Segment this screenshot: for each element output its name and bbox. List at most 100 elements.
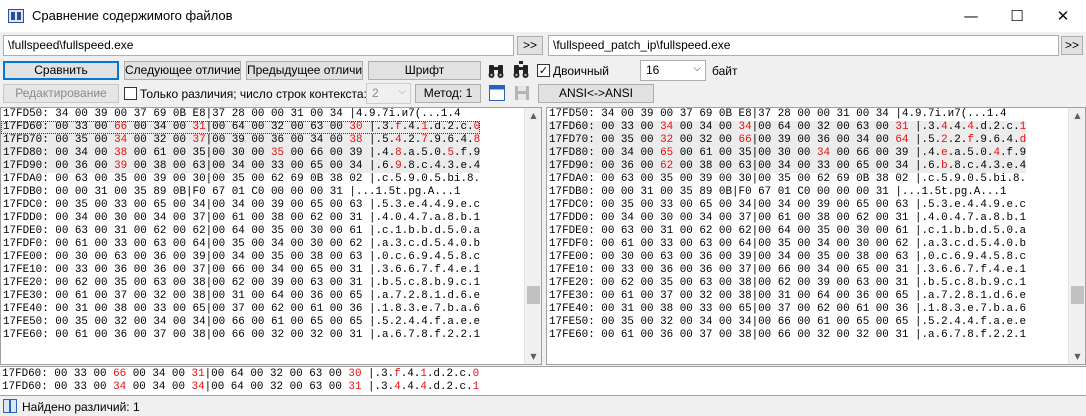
hex-text: 17FDD0: 00 34 00 30 00 34 00 37|00 61 00…: [3, 212, 481, 224]
hex-row[interactable]: 17FE30: 00 61 00 37 00 32 00 38|00 31 00…: [547, 290, 1026, 303]
hex-text: |00 64 00 32 00 63 00: [751, 121, 896, 133]
diff-byte: 66: [113, 368, 127, 380]
bytes-per-row-combo[interactable]: 16 ⌵: [640, 60, 706, 81]
hex-row[interactable]: 17FDE0: 00 63 00 31 00 62 00 62|00 64 00…: [1, 225, 480, 238]
hex-row[interactable]: 17FD80: 00 34 00 65 00 61 00 35|00 30 00…: [547, 147, 1027, 160]
hex-text: 00 34 00: [126, 381, 192, 393]
hex-row[interactable]: 17FE40: 00 31 00 38 00 33 00 65|00 37 00…: [1, 303, 480, 316]
next-diff-button[interactable]: Следующее отличие: [124, 61, 241, 80]
hex-row[interactable]: 17FD60: 00 33 00 66 00 34 00 31|00 64 00…: [0, 368, 479, 381]
hex-row[interactable]: 17FE40: 00 31 00 38 00 33 00 65|00 37 00…: [547, 303, 1026, 316]
left-vertical-scrollbar[interactable]: ▲ ▼: [524, 108, 541, 364]
hex-row[interactable]: 17FDC0: 00 35 00 33 00 65 00 34|00 34 00…: [1, 199, 480, 212]
left-file-path-field[interactable]: \fullspeed\fullspeed.exe: [3, 35, 514, 56]
hex-row[interactable]: 17FDD0: 00 34 00 30 00 34 00 37|00 61 00…: [1, 212, 480, 225]
encoding-button[interactable]: ANSI<->ANSI: [538, 84, 654, 103]
scroll-thumb[interactable]: [1071, 286, 1084, 304]
hex-text: 00 66 00 39 |.4.: [284, 147, 396, 159]
hex-text: |.3.: [361, 368, 395, 380]
hex-row[interactable]: 17FDF0: 00 61 00 33 00 63 00 64|00 35 00…: [547, 238, 1026, 251]
hex-row[interactable]: 17FE50: 00 35 00 32 00 34 00 34|00 66 00…: [1, 316, 480, 329]
hex-row[interactable]: 17FD60: 00 33 00 34 00 34 00 34|00 64 00…: [547, 121, 1027, 134]
diff-byte: 64: [895, 134, 909, 146]
diff-byte: 34: [660, 121, 674, 133]
right-browse-button[interactable]: >>: [1061, 36, 1083, 55]
method-button[interactable]: Метод: 1: [415, 84, 481, 103]
hex-row[interactable]: 17FD50: 34 00 39 00 37 69 0B E8|37 28 00…: [547, 108, 1026, 121]
hex-row[interactable]: 17FE60: 00 61 00 36 00 37 00 38|00 66 00…: [1, 329, 480, 342]
left-browse-button[interactable]: >>: [517, 36, 543, 55]
hex-row[interactable]: 17FE00: 00 30 00 63 00 36 00 39|00 34 00…: [547, 251, 1026, 264]
compare-button[interactable]: Сравнить: [3, 61, 119, 80]
right-hex-pane[interactable]: 17FD50: 34 00 39 00 37 69 0B E8|37 28 00…: [546, 107, 1086, 365]
edit-button[interactable]: Редактирование: [3, 84, 119, 103]
scroll-thumb[interactable]: [527, 286, 540, 304]
diff-byte: 34: [191, 381, 205, 393]
scroll-up-icon[interactable]: ▲: [1069, 108, 1085, 123]
hex-text: .4.: [947, 121, 968, 133]
diff-byte: 31: [192, 121, 206, 133]
hex-text: 17FE60: 00 61 00 36 00 37 00 38|00 66 00…: [3, 329, 481, 341]
hex-row[interactable]: 17FE10: 00 33 00 36 00 36 00 37|00 66 00…: [547, 264, 1026, 277]
hex-row[interactable]: 17FDA0: 00 63 00 35 00 39 00 30|00 35 00…: [547, 173, 1026, 186]
hex-text: 17FE10: 00 33 00 36 00 36 00 37|00 66 00…: [3, 264, 481, 276]
hex-text: .4.: [400, 381, 421, 393]
hex-row[interactable]: 17FE00: 00 30 00 63 00 36 00 39|00 34 00…: [1, 251, 480, 264]
hex-row[interactable]: 17FD70: 00 35 00 34 00 32 00 37|00 39 00…: [1, 134, 481, 147]
bytes-per-row-value: 16: [646, 63, 660, 77]
hex-row[interactable]: 17FE50: 00 35 00 32 00 34 00 34|00 66 00…: [547, 316, 1026, 329]
hex-text: |.5.: [908, 134, 942, 146]
hex-row[interactable]: 17FDC0: 00 35 00 33 00 65 00 34|00 34 00…: [547, 199, 1026, 212]
hex-row[interactable]: 17FDA0: 00 63 00 35 00 39 00 30|00 35 00…: [1, 173, 480, 186]
diff-byte: 1: [1019, 121, 1027, 133]
hex-row[interactable]: 17FDF0: 00 61 00 33 00 63 00 64|00 35 00…: [1, 238, 480, 251]
chevron-down-icon: ⌵: [693, 63, 701, 74]
hex-text: 17FE50: 00 35 00 32 00 34 00 34|00 66 00…: [3, 316, 481, 328]
scroll-up-icon[interactable]: ▲: [525, 108, 541, 123]
hex-row[interactable]: 17FE60: 00 61 00 36 00 37 00 38|00 66 00…: [547, 329, 1026, 342]
hex-row[interactable]: 17FDB0: 00 00 31 00 35 89 0B|F0 67 01 C0…: [1, 186, 480, 199]
find-next-binoculars-icon[interactable]: [511, 60, 531, 80]
hex-text: 00 32 00: [127, 134, 193, 146]
diff-byte: 38: [114, 147, 128, 159]
diff-byte: 37: [192, 134, 206, 146]
hex-row[interactable]: 17FE20: 00 62 00 35 00 63 00 38|00 62 00…: [1, 277, 480, 290]
hex-row[interactable]: 17FDB0: 00 00 31 00 35 89 0B|F0 67 01 C0…: [547, 186, 1026, 199]
diff-byte: 34: [738, 121, 752, 133]
minimize-button[interactable]: —: [948, 0, 994, 32]
diff-count-text: Найдено различий: 1: [22, 400, 140, 414]
diff-byte: 34: [816, 147, 831, 159]
hex-row[interactable]: 17FD60: 00 33 00 66 00 34 00 31|00 64 00…: [1, 121, 481, 134]
panel-layout-icon[interactable]: [487, 83, 507, 103]
hex-row[interactable]: 17FD90: 00 36 00 62 00 38 00 63|00 34 00…: [547, 160, 1027, 173]
hex-row[interactable]: 17FE30: 00 61 00 37 00 32 00 38|00 31 00…: [1, 290, 480, 303]
hex-text: 17FE00: 00 30 00 63 00 36 00 39|00 34 00…: [3, 251, 481, 263]
left-hex-pane[interactable]: 17FD50: 34 00 39 00 37 69 0B E8|37 28 00…: [0, 107, 542, 365]
hex-row[interactable]: 17FDE0: 00 63 00 31 00 62 00 62|00 64 00…: [547, 225, 1026, 238]
hex-row[interactable]: 17FD70: 00 35 00 32 00 32 00 66|00 39 00…: [547, 134, 1027, 147]
hex-row[interactable]: 17FE20: 00 62 00 35 00 63 00 38|00 62 00…: [547, 277, 1026, 290]
scroll-down-icon[interactable]: ▼: [525, 349, 541, 364]
hex-row[interactable]: 17FD80: 00 34 00 38 00 61 00 35|00 30 00…: [1, 147, 481, 160]
maximize-button[interactable]: ☐: [994, 0, 1040, 32]
find-binoculars-icon[interactable]: [486, 60, 506, 80]
hex-text: |.3.: [908, 121, 942, 133]
context-lines-combo[interactable]: 2 ⌵: [366, 83, 411, 104]
hex-row[interactable]: 17FD90: 00 36 00 39 00 38 00 63|00 34 00…: [1, 160, 481, 173]
right-vertical-scrollbar[interactable]: ▲ ▼: [1068, 108, 1085, 364]
only-diffs-checkbox[interactable]: [124, 87, 137, 100]
hex-row[interactable]: 17FE10: 00 33 00 36 00 36 00 37|00 66 00…: [1, 264, 480, 277]
hex-row[interactable]: 17FD50: 34 00 39 00 37 69 0B E8|37 28 00…: [1, 108, 480, 121]
hex-text: .f.9: [454, 147, 481, 159]
close-button[interactable]: ✕: [1040, 0, 1086, 32]
prev-diff-button[interactable]: Предыдущее отличие: [246, 61, 363, 80]
binary-checkbox[interactable]: ✓: [537, 64, 550, 77]
save-icon[interactable]: [512, 83, 532, 103]
diff-byte: 30: [349, 121, 363, 133]
hex-row[interactable]: 17FDD0: 00 34 00 30 00 34 00 37|00 61 00…: [547, 212, 1026, 225]
right-file-path-field[interactable]: \fullspeed_patch_ip\fullspeed.exe: [548, 35, 1059, 56]
scroll-down-icon[interactable]: ▼: [1069, 349, 1085, 364]
hex-text: 17FE00: 00 30 00 63 00 36 00 39|00 34 00…: [549, 251, 1027, 263]
hex-row[interactable]: 17FD60: 00 33 00 34 00 34 00 34|00 64 00…: [0, 381, 479, 394]
font-button[interactable]: Шрифт: [368, 61, 481, 80]
